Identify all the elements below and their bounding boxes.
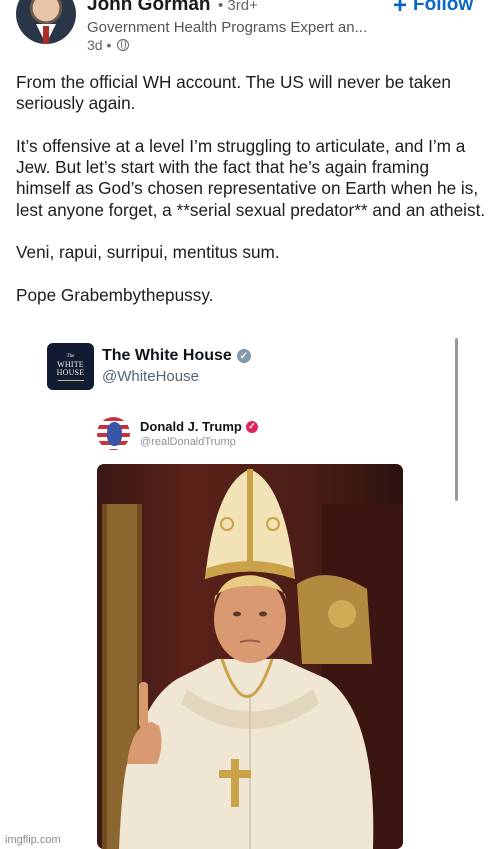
post-paragraph: It’s offensive at a level I’m struggling… <box>16 135 486 220</box>
embedded-account-handle[interactable]: @WhiteHouse <box>102 368 199 385</box>
inner-author-name-text: Donald J. Trump <box>140 419 242 434</box>
pope-illustration <box>102 469 402 849</box>
post-body: From the official WH account. The US wil… <box>16 72 486 328</box>
avatar-portrait <box>107 422 122 446</box>
post-paragraph: Veni, rapui, surripui, mentitus sum. <box>16 242 280 263</box>
white-house-logo[interactable]: The WHITE HOUSE <box>47 343 94 390</box>
globe-icon <box>117 39 130 51</box>
embedded-account-name[interactable]: The White House ✓ <box>102 347 251 365</box>
inner-author-handle: @realDonaldTrump <box>140 436 236 448</box>
logo-rule <box>57 379 84 381</box>
follow-button[interactable]: + Follow <box>393 0 474 19</box>
pectoral-cross-horizontal <box>219 770 251 778</box>
verified-badge-icon: ✓ <box>236 349 251 363</box>
avatar-tie <box>43 26 49 44</box>
left-eye <box>233 611 241 617</box>
logo-text-house: HOUSE <box>56 367 85 377</box>
author-name[interactable]: John Gorman <box>87 0 211 16</box>
plus-icon: + <box>393 0 408 19</box>
inner-author-avatar[interactable] <box>97 417 130 450</box>
follow-label: Follow <box>413 0 474 15</box>
inner-author-name[interactable]: Donald J. Trump ✓ <box>140 419 258 434</box>
throne-ornament <box>328 600 356 628</box>
imgflip-watermark: imgflip.com <box>5 834 61 846</box>
scrollbar[interactable] <box>455 338 458 501</box>
post-paragraph: Pope Grabembythepussy. <box>16 284 214 305</box>
raised-finger <box>139 682 148 728</box>
pope-portrait-image[interactable] <box>97 464 403 849</box>
right-eye <box>259 611 267 617</box>
author-avatar[interactable] <box>16 0 76 44</box>
connection-degree: • 3rd+ <box>218 0 258 14</box>
post-time: 3d • <box>87 37 112 53</box>
post-paragraph: From the official WH account. The US wil… <box>16 72 451 114</box>
author-headline: Government Health Programs Expert an... <box>87 19 368 36</box>
pectoral-cross-vertical <box>231 759 239 807</box>
verified-badge-icon: ✓ <box>245 420 258 433</box>
post-meta: 3d • <box>87 37 130 53</box>
embedded-account-name-text: The White House <box>102 347 232 364</box>
post-header: John Gorman • 3rd+ Government Health Pro… <box>0 0 500 60</box>
